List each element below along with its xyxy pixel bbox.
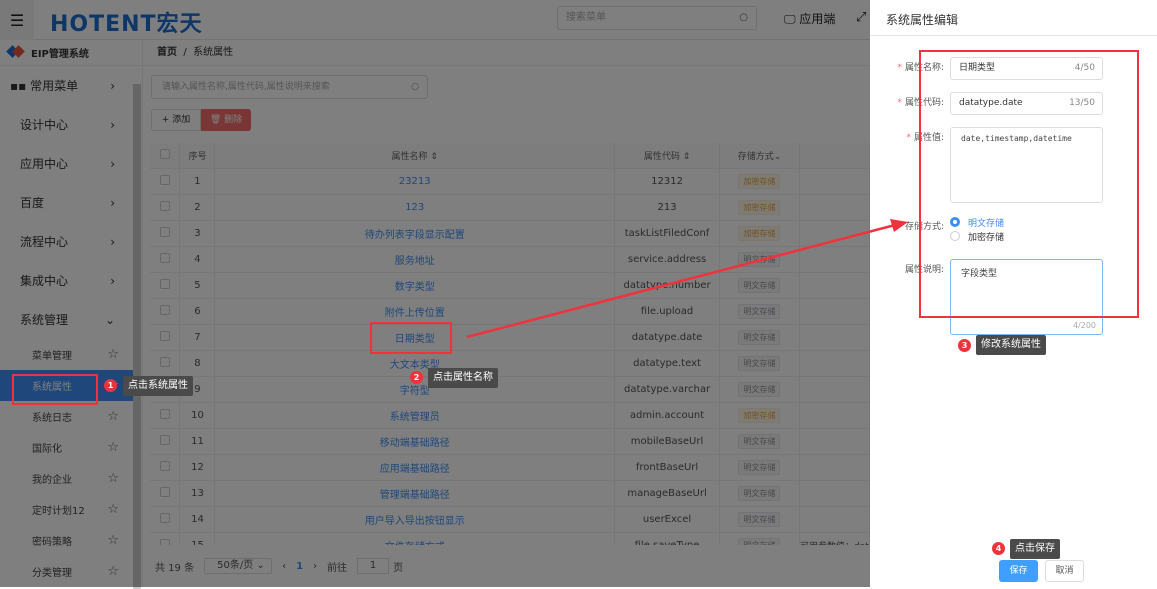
annotation-tip: 点击保存 bbox=[1010, 539, 1060, 559]
annotation-badge: 3 bbox=[958, 339, 971, 352]
annotation-box-sidebar bbox=[12, 374, 98, 405]
annotation-box-name bbox=[370, 322, 452, 354]
annotation-tip: 点击属性名称 bbox=[428, 368, 498, 388]
annotation-badge: 4 bbox=[992, 542, 1005, 555]
annotation-tip: 修改系统属性 bbox=[976, 335, 1046, 355]
annotation-tip: 点击系统属性 bbox=[123, 376, 193, 396]
annotation-badge: 2 bbox=[410, 371, 423, 384]
annotation-badge: 1 bbox=[104, 379, 117, 392]
annotation-box-form bbox=[919, 50, 1139, 318]
